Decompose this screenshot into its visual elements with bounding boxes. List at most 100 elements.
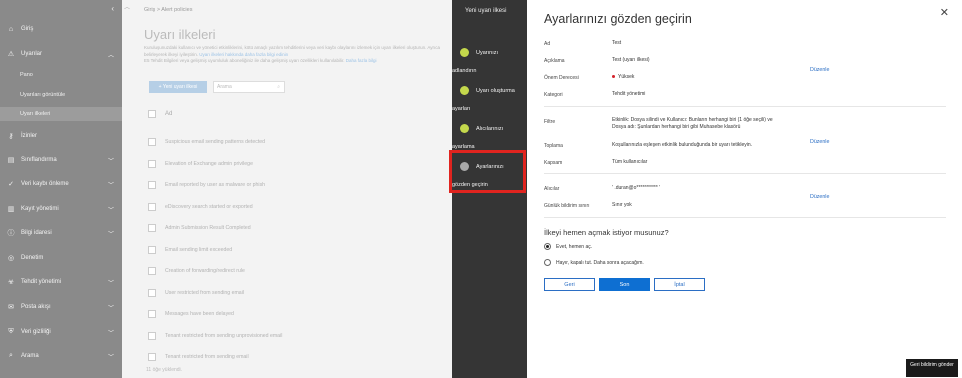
edit-recipients-link[interactable]: Düzenle [810, 194, 829, 200]
row-checkbox[interactable] [148, 310, 156, 318]
page-description: Kuruluşunuzdaki kullanıcı ve yönetici et… [144, 45, 449, 65]
radio-turn-on-now[interactable]: Evet, hemen aç. [544, 243, 592, 250]
table-row[interactable]: Tenant restricted from sending email [148, 353, 249, 361]
finish-button[interactable]: Son [599, 278, 650, 291]
table-row[interactable]: Email reported by user as malware or phi… [148, 181, 265, 189]
table-row[interactable]: Creation of forwarding/redirect rule [148, 267, 245, 275]
nav-label: Bilgi idaresi [21, 230, 52, 236]
policy-name[interactable]: Creation of forwarding/redirect rule [165, 268, 245, 274]
policy-name[interactable]: User restricted from sending email [165, 290, 244, 296]
nav-item-dlp[interactable]: ✓ Veri kaybı önleme ﹀ [0, 174, 122, 194]
nav-item-records[interactable]: ▥ Kayıt yönetimi ﹀ [0, 199, 122, 219]
chevron-down-icon: ﹀ [107, 280, 114, 287]
nav-item-home[interactable]: ⌂ Giriş [0, 19, 122, 39]
step-complete-icon [460, 48, 469, 57]
edit-conditions-link[interactable]: Düzenle [810, 139, 829, 145]
policy-name[interactable]: Elevation of Exchange admin privilege [165, 161, 253, 167]
severity-text: Yüksek [618, 74, 635, 80]
more-info-link[interactable]: Daha fazla bilgi [346, 58, 377, 63]
review-panel: ✕ Ayarlarınızı gözden geçirin Ad Test Aç… [527, 0, 962, 378]
row-checkbox[interactable] [148, 245, 156, 254]
policy-name[interactable]: Email reported by user as malware or phi… [165, 182, 265, 188]
nav-label: Sınıflandırma [21, 157, 57, 163]
row-checkbox[interactable] [148, 267, 156, 275]
nav-item-audit[interactable]: ◎ Denetim [0, 248, 122, 268]
field-label-aggregation: Toplama [544, 143, 563, 149]
nav-item-privacy[interactable]: ⛨ Veri gizliliği ﹀ [0, 322, 122, 342]
row-checkbox[interactable] [148, 331, 156, 340]
close-icon[interactable]: ✕ [940, 6, 949, 19]
nav-item-threat[interactable]: ☣ Tehdit yönetimi ﹀ [0, 272, 122, 292]
nav-item-classification[interactable]: ▤ Sınıflandırma ﹀ [0, 150, 122, 170]
desc-text: belirleyerek ilkeyi iyileştirin. [144, 51, 199, 57]
privacy-icon: ⛨ [8, 328, 14, 335]
chevron-down-icon: ﹀ [107, 354, 114, 361]
row-checkbox[interactable] [148, 159, 156, 168]
step-2-label[interactable]: Uyarı oluşturma [476, 88, 515, 94]
info-governance-icon: ⓘ [7, 230, 15, 237]
select-all-checkbox[interactable] [148, 110, 156, 118]
nav-label: Veri gizliliği [21, 329, 51, 335]
row-checkbox[interactable] [148, 202, 156, 211]
field-label-filter: Filtre [544, 119, 556, 125]
table-row[interactable]: Tenant restricted from sending unprovisi… [148, 331, 282, 340]
field-value-category: Tehdit yönetimi [612, 91, 646, 97]
row-checkbox[interactable] [148, 224, 156, 232]
table-row[interactable]: Elevation of Exchange admin privilege [148, 159, 253, 168]
policy-name[interactable]: Email sending limit exceeded [165, 247, 232, 253]
field-label-scope: Kapsam [544, 160, 563, 166]
row-checkbox[interactable] [148, 138, 156, 146]
policy-name[interactable]: Suspicious email sending patterns detect… [165, 139, 265, 145]
back-button[interactable]: Geri [544, 278, 595, 291]
nav-item-mail-flow[interactable]: ✉ Posta akışı ﹀ [0, 297, 122, 317]
nav-label: Arama [21, 353, 39, 359]
radio-label: Hayır, kapalı tut. Daha sonra açacağım. [556, 259, 644, 266]
table-row[interactable]: Email sending limit exceeded [148, 245, 232, 254]
nav-item-alerts[interactable]: ⚠ Uyarılar ︿ [0, 44, 122, 64]
step-1-label[interactable]: Uyarınızı [476, 50, 498, 56]
step-3-label[interactable]: Alıcılarınızı [476, 126, 503, 132]
row-checkbox[interactable] [148, 288, 156, 297]
breadcrumb[interactable]: Giriş > Alert policies [144, 7, 192, 13]
nav-item-info-governance[interactable]: ⓘ Bilgi idaresi ﹀ [0, 223, 122, 243]
nav-sub-view-alerts[interactable]: Uyarıları görüntüle [20, 92, 65, 98]
scroll-up-icon[interactable]: ︿ [124, 2, 130, 11]
column-name-header[interactable]: Ad [165, 111, 172, 117]
policy-name[interactable]: Tenant restricted from sending unprovisi… [165, 333, 282, 339]
item-count: 11 öğe yüklendi. [146, 367, 183, 373]
step-complete-icon [460, 86, 469, 95]
radio-unselected-icon[interactable] [544, 259, 551, 266]
radio-keep-off[interactable]: Hayır, kapalı tut. Daha sonra açacağım. [544, 259, 644, 266]
feedback-button[interactable]: Geri bildirim gönder [906, 359, 958, 377]
policy-name[interactable]: Tenant restricted from sending email [165, 354, 249, 360]
main-content: ︿ Giriş > Alert policies Uyarı ilkeleri … [122, 0, 452, 378]
nav-item-permissions[interactable]: ⚷ İzinler [0, 126, 122, 146]
edit-name-link[interactable]: Düzenle [810, 67, 829, 73]
step-2-label-tail: ayarları [452, 106, 471, 112]
audit-icon: ◎ [7, 255, 15, 262]
row-checkbox[interactable] [148, 181, 156, 189]
nav-sub-dashboard[interactable]: Pano [20, 72, 33, 78]
chevron-down-icon: ﹀ [107, 330, 114, 337]
nav-label: Veri kaybı önleme [21, 181, 69, 187]
table-row[interactable]: User restricted from sending email [148, 288, 244, 297]
row-checkbox[interactable] [148, 353, 156, 361]
field-value-filter: Etkinlik: Dosya silindi ve Kullanıcı: Bu… [612, 117, 773, 131]
policy-name[interactable]: Messages have been delayed [165, 311, 234, 317]
step-complete-icon [460, 124, 469, 133]
new-alert-policy-button[interactable]: + Yeni uyarı ilkesi [149, 81, 207, 93]
nav-item-search[interactable]: ⌕ Arama ﹀ [0, 346, 122, 366]
cancel-button[interactable]: İptal [654, 278, 705, 291]
table-row[interactable]: Admin Submission Result Completed [148, 224, 251, 232]
search-input[interactable]: Arama ⌕ [213, 81, 285, 93]
table-row[interactable]: Suspicious email sending patterns detect… [148, 138, 265, 146]
policy-name[interactable]: eDiscovery search started or exported [165, 204, 253, 210]
nav-sub-alert-policies[interactable]: Uyarı ilkeleri [0, 107, 122, 121]
table-row[interactable]: eDiscovery search started or exported [148, 202, 253, 211]
policy-name[interactable]: Admin Submission Result Completed [165, 225, 251, 231]
table-row[interactable]: Messages have been delayed [148, 310, 234, 318]
learn-more-link[interactable]: Uyarı ilkeleri hakkında daha fazla bilgi… [199, 52, 288, 57]
field-value-scope: Tüm kullanıcılar [612, 159, 648, 165]
radio-selected-icon[interactable] [544, 243, 551, 250]
collapse-nav-icon[interactable]: ‹ [111, 4, 114, 13]
